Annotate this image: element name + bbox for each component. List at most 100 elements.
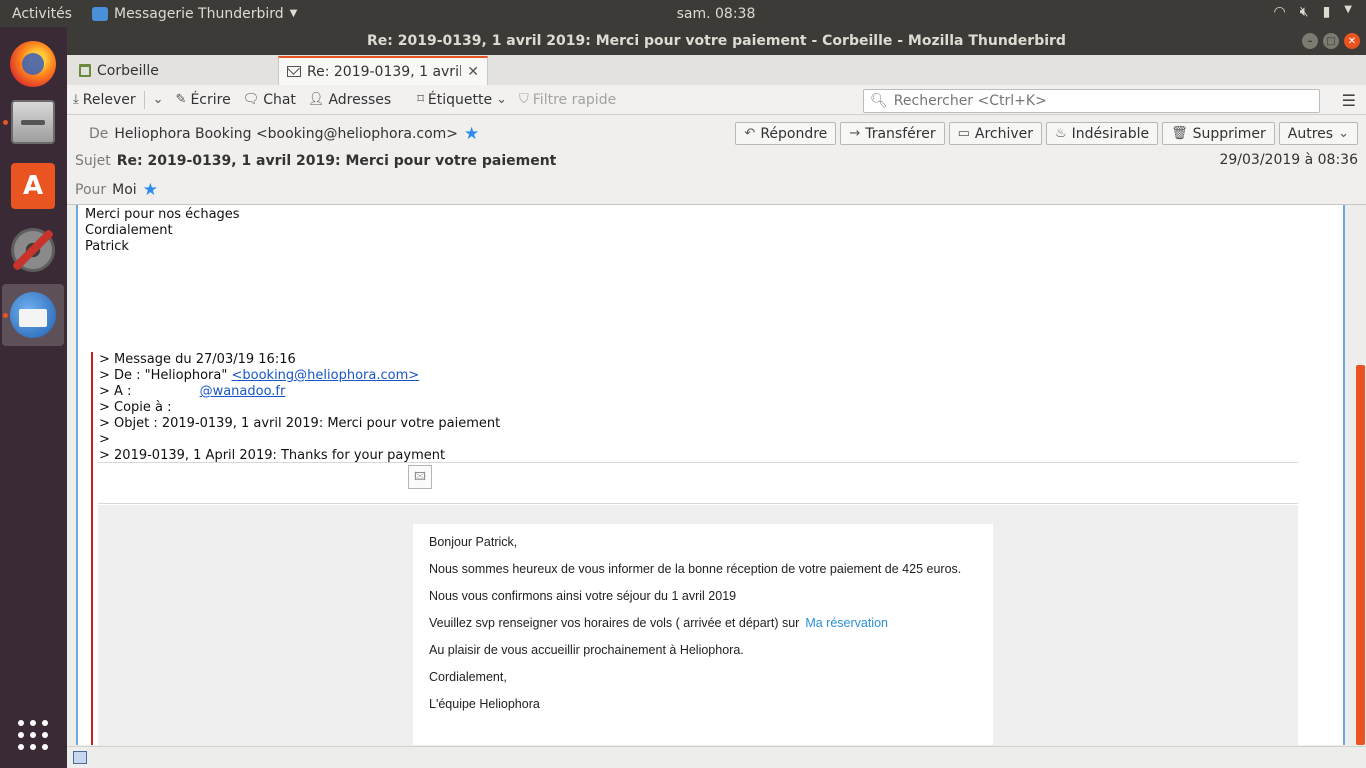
chat-label: Chat <box>263 91 296 108</box>
quick-filter-label: Filtre rapide <box>532 91 617 108</box>
tag-button[interactable]: ⌑ Étiquette ⌄ <box>411 92 513 108</box>
chevron-down-icon[interactable]: ▼ <box>1344 4 1352 20</box>
divider <box>143 90 145 109</box>
trash-folder-icon <box>79 64 91 77</box>
chat-bubble-icon: 🗨︎ <box>242 92 260 107</box>
quoted-message: > Message du 27/03/19 16:16 > De : "Heli… <box>91 352 1331 745</box>
filter-icon: ⛉ <box>519 92 529 107</box>
trash-icon: 🗑︎ <box>1171 126 1188 141</box>
forward-label: Transférer <box>865 125 936 142</box>
archive-button[interactable]: ▭ Archiver <box>948 122 1043 145</box>
message-body: Merci pour nos échages Cordialement Patr… <box>76 205 1345 745</box>
system-tray[interactable]: ◠ 🔇︎ ▮ ▼ <box>1274 4 1352 20</box>
contacts-icon: 👤︎ <box>307 92 325 107</box>
get-messages-dropdown[interactable]: ⌄ <box>147 92 170 107</box>
card-paragraph: Veuillez svp renseigner vos horaires de … <box>429 616 888 630</box>
junk-label: Indésirable <box>1071 125 1150 142</box>
quote-header: > Message du 27/03/19 16:16 > De : "Heli… <box>99 352 500 464</box>
tab-message[interactable]: Re: 2019-0139, 1 avril 2019 ✕ <box>278 56 488 85</box>
hamburger-menu-icon[interactable]: ☰ <box>1342 91 1356 110</box>
thunderbird-icon <box>10 292 56 338</box>
message-date: 29/03/2019 à 08:36 <box>1219 152 1358 168</box>
quote-line: > De : "Heliophora" <booking@heliophora.… <box>99 368 420 383</box>
envelope-icon <box>287 66 301 77</box>
get-messages-button[interactable]: ⤓ Relever <box>67 92 142 108</box>
activities-button[interactable]: Activités <box>0 6 84 22</box>
app-menu-label: Messagerie Thunderbird <box>113 5 284 22</box>
star-icon[interactable]: ★ <box>143 180 158 200</box>
scrollbar-thumb[interactable] <box>1356 365 1365 745</box>
from-label: De <box>89 126 109 142</box>
card-paragraph: Nous vous confirmons ainsi votre séjour … <box>429 589 737 603</box>
dock-files[interactable] <box>2 91 64 153</box>
quote-line: > Objet : 2019-0139, 1 avril 2019: Merci… <box>99 416 501 431</box>
dock-software[interactable]: A <box>2 155 64 217</box>
close-tab-icon[interactable]: ✕ <box>467 64 479 80</box>
tab-label: Re: 2019-0139, 1 avril 2019 <box>307 63 462 80</box>
vertical-scrollbar[interactable] <box>1355 205 1366 745</box>
maximize-button[interactable]: □ <box>1323 33 1339 49</box>
offline-status-icon[interactable] <box>73 751 87 764</box>
tab-bar: Corbeille Re: 2019-0139, 1 avril 2019 ✕ <box>67 55 1366 85</box>
dock-app-grid[interactable] <box>2 704 64 766</box>
dock-firefox[interactable] <box>2 33 64 95</box>
message-actions: ↶ Répondre → Transférer ▭ Archiver ♨ Ind… <box>735 122 1358 145</box>
tab-trash[interactable]: Corbeille <box>71 56 277 85</box>
system-top-bar: Activités Messagerie Thunderbird ▼ sam. … <box>0 0 1366 27</box>
star-icon[interactable]: ★ <box>464 124 479 144</box>
card-paragraph: Nous sommes heureux de vous informer de … <box>429 562 962 576</box>
tag-icon: ⌑ <box>417 92 424 107</box>
dock: A <box>0 27 67 768</box>
card-paragraph: Cordialement, <box>429 670 507 684</box>
search-input[interactable] <box>893 93 1319 109</box>
quick-filter-button[interactable]: ⛉ Filtre rapide <box>513 92 622 108</box>
recipient-email-link[interactable]: @wanadoo.fr <box>200 384 286 399</box>
write-button[interactable]: ✎ Écrire <box>170 92 237 108</box>
app-grid-icon <box>18 720 48 750</box>
reservation-link[interactable]: Ma réservation <box>805 616 888 630</box>
wifi-icon[interactable]: ◠ <box>1274 4 1286 20</box>
reply-button[interactable]: ↶ Répondre <box>735 122 837 145</box>
delete-button[interactable]: 🗑︎ Supprimer <box>1162 122 1275 145</box>
app-menu[interactable]: Messagerie Thunderbird ▼ <box>91 5 298 22</box>
forward-icon: → <box>849 126 861 141</box>
body-line: Patrick <box>85 239 129 254</box>
minimize-button[interactable]: – <box>1302 33 1318 49</box>
forward-button[interactable]: → Transférer <box>840 122 945 145</box>
tab-label: Corbeille <box>97 62 159 79</box>
chat-button[interactable]: 🗨︎ Chat <box>237 92 302 108</box>
firefox-icon <box>10 41 56 87</box>
battery-icon[interactable]: ▮ <box>1323 4 1331 20</box>
chevron-down-icon: ▼ <box>289 8 298 19</box>
dock-thunderbird[interactable] <box>2 284 64 346</box>
quote-line: > A : @wanadoo.fr <box>99 384 286 399</box>
other-actions-button[interactable]: Autres ⌄ <box>1278 122 1358 145</box>
to-value[interactable]: Moi <box>112 182 137 198</box>
window-titlebar[interactable]: Re: 2019-0139, 1 avril 2019: Merci pour … <box>67 27 1366 55</box>
write-label: Écrire <box>190 91 231 108</box>
reply-icon: ↶ <box>744 126 756 141</box>
quote-line: > <box>99 432 110 447</box>
archive-icon: ▭ <box>957 126 970 141</box>
message-header: De Heliophora Booking <booking@heliophor… <box>67 115 1366 205</box>
volume-muted-icon[interactable]: 🔇︎ <box>1300 4 1309 20</box>
card-greeting: Bonjour Patrick, <box>429 535 518 549</box>
chevron-down-icon: ⌄ <box>496 92 507 107</box>
email-content-card: Bonjour Patrick, Nous sommes heureux de … <box>413 524 993 745</box>
reply-text: Merci pour nos échages Cordialement Patr… <box>85 207 240 255</box>
dock-settings[interactable] <box>2 219 64 281</box>
card-paragraph: Au plaisir de vous accueillir prochainem… <box>429 643 744 657</box>
search-box[interactable]: 🔍︎ <box>863 89 1320 113</box>
quote-line: > Copie à : <box>99 400 172 415</box>
close-button[interactable]: ✕ <box>1344 33 1360 49</box>
address-book-button[interactable]: 👤︎ Adresses <box>302 92 397 108</box>
card-signature: L'équipe Heliophora <box>429 697 540 711</box>
sender-email-link[interactable]: <booking@heliophora.com> <box>231 368 419 383</box>
main-toolbar: ⤓ Relever ⌄ ✎ Écrire 🗨︎ Chat 👤︎ Adresses… <box>67 85 1366 115</box>
running-indicator <box>3 120 8 125</box>
junk-button[interactable]: ♨ Indésirable <box>1046 122 1159 145</box>
files-icon <box>11 100 55 144</box>
archive-label: Archiver <box>974 125 1034 142</box>
subject-label: Sujet <box>75 153 111 169</box>
from-value[interactable]: Heliophora Booking <booking@heliophora.c… <box>114 126 458 142</box>
